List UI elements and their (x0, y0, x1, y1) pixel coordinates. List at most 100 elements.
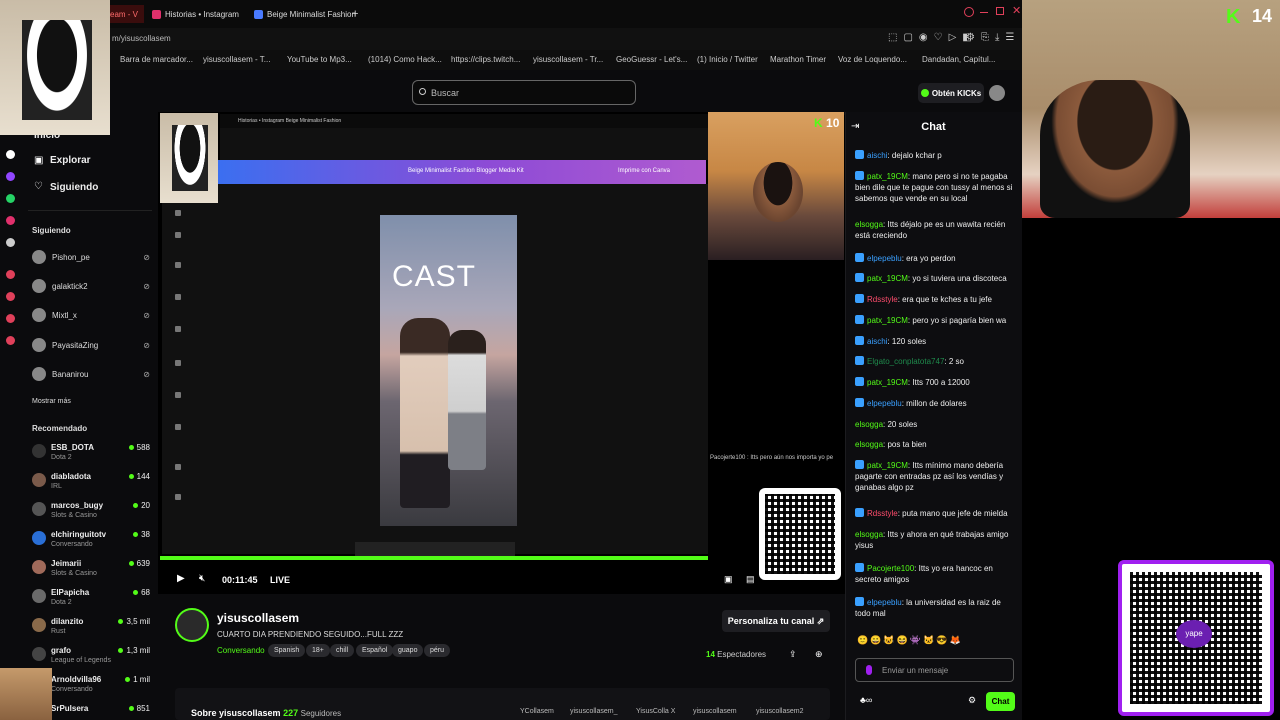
instagram-icon[interactable] (6, 216, 15, 225)
red-icon[interactable] (6, 336, 15, 345)
search-icon[interactable] (964, 7, 974, 17)
bookmark[interactable]: Marathon Timer (770, 55, 826, 64)
recommended-item[interactable]: ElPapicha Dota 2 68 (32, 586, 152, 614)
subscriber-badge-icon (855, 597, 864, 606)
recommended-item[interactable]: dilanzito Rust 3,5 mil (32, 615, 152, 643)
chat-username[interactable]: elpepeblu (867, 598, 902, 607)
chat-input[interactable]: Enviar un mensaje (855, 658, 1014, 682)
stream-tag[interactable]: Español (356, 644, 394, 657)
chat-username[interactable]: patx_19CM (867, 461, 908, 470)
kick-icon[interactable] (6, 150, 15, 159)
social-link-youtube[interactable]: yisuscollasem (693, 708, 737, 715)
address-bar[interactable]: m/yisuscollasem ⬚▢◉♡▷◧ ⚙⎘⤓☰ (0, 28, 1022, 50)
stream-tag[interactable]: 18+ (306, 644, 330, 657)
emote-bar[interactable]: 🙂😀😺😆👾🐱😎🦊 (857, 635, 1015, 649)
red-icon[interactable] (6, 292, 15, 301)
stream-tag[interactable]: Spanish (268, 644, 306, 657)
recommended-item[interactable]: Jeimarii Slots & Casino 639 (32, 557, 152, 585)
browser-tab-canva[interactable]: Beige Minimalist Fashion (248, 5, 362, 23)
chat-settings-icon[interactable]: ⚙ (968, 695, 976, 706)
chat-username[interactable]: elpepeblu (867, 254, 902, 263)
user-avatar[interactable] (989, 85, 1005, 101)
clip-icon[interactable]: ▤ (746, 574, 755, 585)
bookmark[interactable]: (1) Inicio / Twitter (697, 55, 758, 64)
nav-following[interactable]: Siguiendo (50, 182, 98, 193)
channel-name: dilanzito (51, 617, 84, 626)
search-input[interactable]: Buscar (412, 80, 636, 105)
bookmark[interactable]: yisuscollasem - T... (203, 55, 270, 64)
channel-name[interactable]: yisuscollasem (217, 611, 299, 625)
theater-icon[interactable]: ▣ (724, 574, 733, 585)
social-link-x2[interactable]: YisusColla X (636, 708, 675, 715)
following-item[interactable]: galaktick2 ⊘ (32, 276, 150, 296)
chat-username[interactable]: aischi (867, 151, 887, 160)
whatsapp-icon[interactable] (6, 194, 15, 203)
points-icon[interactable]: ♣∞ (860, 695, 872, 705)
chat-username[interactable]: Pacojerte100 (867, 564, 914, 573)
add-user-icon[interactable]: ⊕ (815, 649, 823, 660)
recommended-item[interactable]: ESB_DOTA Dota 2 588 (32, 441, 152, 469)
get-kicks-button[interactable]: Obtén KICKs (918, 83, 984, 103)
stream-category[interactable]: Conversando (217, 646, 265, 655)
bookmark[interactable]: Barra de marcador... (120, 55, 193, 64)
new-tab-button[interactable]: + (346, 5, 364, 23)
mute-icon[interactable]: 🔇︎ (199, 573, 205, 584)
chat-username[interactable]: elsogga (855, 530, 883, 539)
chat-username[interactable]: Elgato_conplatota747 (867, 357, 944, 366)
play-icon[interactable]: ▶ (177, 573, 185, 584)
red-icon[interactable] (6, 270, 15, 279)
following-item[interactable]: Mixtl_x ⊘ (32, 305, 150, 325)
chat-username[interactable]: Rdsstyle (867, 509, 898, 518)
chat-username[interactable]: patx_19CM (867, 316, 908, 325)
browser-tab-instagram[interactable]: Historias • Instagram (146, 5, 245, 23)
chat-username[interactable]: aischi (867, 337, 887, 346)
minimize-icon[interactable] (980, 12, 988, 13)
social-link-instagram[interactable]: yisuscollasem_ (570, 708, 617, 715)
x-icon[interactable] (6, 238, 15, 247)
toolbar-icons[interactable]: ⬚▢◉♡▷◧ (888, 32, 978, 43)
bookmark[interactable]: yisuscollasem - Tr... (533, 55, 603, 64)
social-link-tiktok[interactable]: yisuscollasem2 (756, 708, 803, 715)
share-icon[interactable]: ⇪ (789, 649, 797, 660)
bookmark[interactable]: Voz de Loquendo... (838, 55, 907, 64)
chat-username[interactable]: elsogga (855, 440, 883, 449)
chat-username[interactable]: patx_19CM (867, 378, 908, 387)
tool-icon (175, 232, 181, 238)
bookmark[interactable]: Dandadan, Capítul... (922, 55, 995, 64)
stream-tag[interactable]: péru (424, 644, 451, 657)
bookmark[interactable]: YouTube to Mp3... (287, 55, 352, 64)
chat-send-button[interactable]: Chat (986, 692, 1015, 711)
viewer-count: 3,5 mil (118, 617, 150, 626)
chat-username[interactable]: patx_19CM (867, 172, 908, 181)
viewer-count: 851 (129, 704, 150, 713)
chat-username[interactable]: patx_19CM (867, 274, 908, 283)
browser-tab-kick[interactable]: eam - V (104, 5, 144, 23)
channel-avatar[interactable] (175, 608, 209, 642)
customize-channel-button[interactable]: Personaliza tu canal ⇗ (722, 610, 830, 632)
stream-tag[interactable]: chill (330, 644, 355, 657)
chat-username[interactable]: elsogga (855, 220, 883, 229)
search-placeholder: Buscar (431, 88, 460, 98)
following-item[interactable]: Bananirou ⊘ (32, 364, 150, 384)
twitch-icon[interactable] (6, 172, 15, 181)
following-item[interactable]: Pishon_pe ⊘ (32, 247, 150, 267)
close-icon[interactable]: ✕ (1012, 4, 1021, 17)
chat-username[interactable]: elsogga (855, 420, 883, 429)
following-item[interactable]: PayasitaZing ⊘ (32, 335, 150, 355)
bookmark[interactable]: GeoGuessr - Let's... (616, 55, 687, 64)
bookmark[interactable]: https://clips.twitch... (451, 55, 520, 64)
show-more-link[interactable]: Mostrar más (32, 398, 71, 405)
red-icon[interactable] (6, 314, 15, 323)
chat-username[interactable]: elpepeblu (867, 399, 902, 408)
social-link-x[interactable]: YCollasem (520, 708, 554, 715)
chat-username[interactable]: Rdsstyle (867, 295, 898, 304)
recommended-item[interactable]: elchiringuitotv Conversando 38 (32, 528, 152, 556)
maximize-icon[interactable] (996, 7, 1004, 15)
stream-tag[interactable]: guapo (392, 644, 424, 657)
url-text[interactable]: m/yisuscollasem (112, 34, 171, 43)
extension-icons[interactable]: ⚙⎘⤓☰ (966, 32, 1020, 43)
recommended-item[interactable]: marcos_bugy Slots & Casino 20 (32, 499, 152, 527)
nav-explore[interactable]: Explorar (50, 155, 91, 166)
recommended-item[interactable]: diabladota IRL 144 (32, 470, 152, 498)
bookmark[interactable]: (1014) Como Hack... (368, 55, 442, 64)
